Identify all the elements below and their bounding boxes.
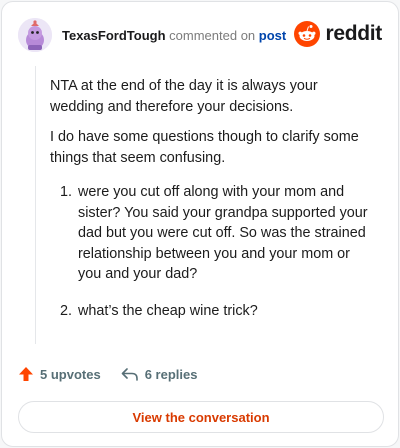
upvotes-stat[interactable]: 5 upvotes [18, 366, 101, 382]
comment-paragraph: NTA at the end of the day it is always y… [50, 78, 318, 115]
replies-count: 6 replies [144, 366, 198, 382]
list-item: were you cut off along with your mom and… [76, 182, 370, 285]
reddit-logo[interactable]: reddit [294, 21, 382, 47]
comment-body: NTA at the end of the day it is always y… [50, 76, 370, 337]
comment-paragraph: I do have some questions though to clari… [50, 129, 359, 166]
action-text: commented on [169, 27, 256, 43]
comment-header: TexasFordTough commented on post reddit [18, 18, 382, 52]
user-avatar[interactable] [18, 18, 52, 52]
reply-arrow-icon [121, 368, 138, 381]
post-link[interactable]: post [259, 28, 286, 43]
reddit-snoo-icon [294, 21, 321, 47]
reddit-wordmark: reddit [325, 22, 382, 45]
thread-line [35, 66, 36, 344]
username-link[interactable]: TexasFordTough [62, 28, 166, 43]
snoo-avatar-icon [18, 18, 52, 52]
comment-footer: 5 upvotes 6 replies [18, 366, 197, 382]
comment-meta: TexasFordTough commented on post [62, 28, 286, 43]
list-item: what’s the cheap wine trick? [76, 301, 370, 322]
replies-stat[interactable]: 6 replies [121, 366, 198, 382]
view-conversation-button[interactable]: View the conversation [18, 401, 384, 433]
comment-card: TexasFordTough commented on post reddit … [1, 1, 399, 447]
comment-list: were you cut off along with your mom and… [76, 182, 370, 321]
upvotes-count: 5 upvotes [40, 366, 101, 382]
upvote-arrow-icon [19, 367, 33, 381]
